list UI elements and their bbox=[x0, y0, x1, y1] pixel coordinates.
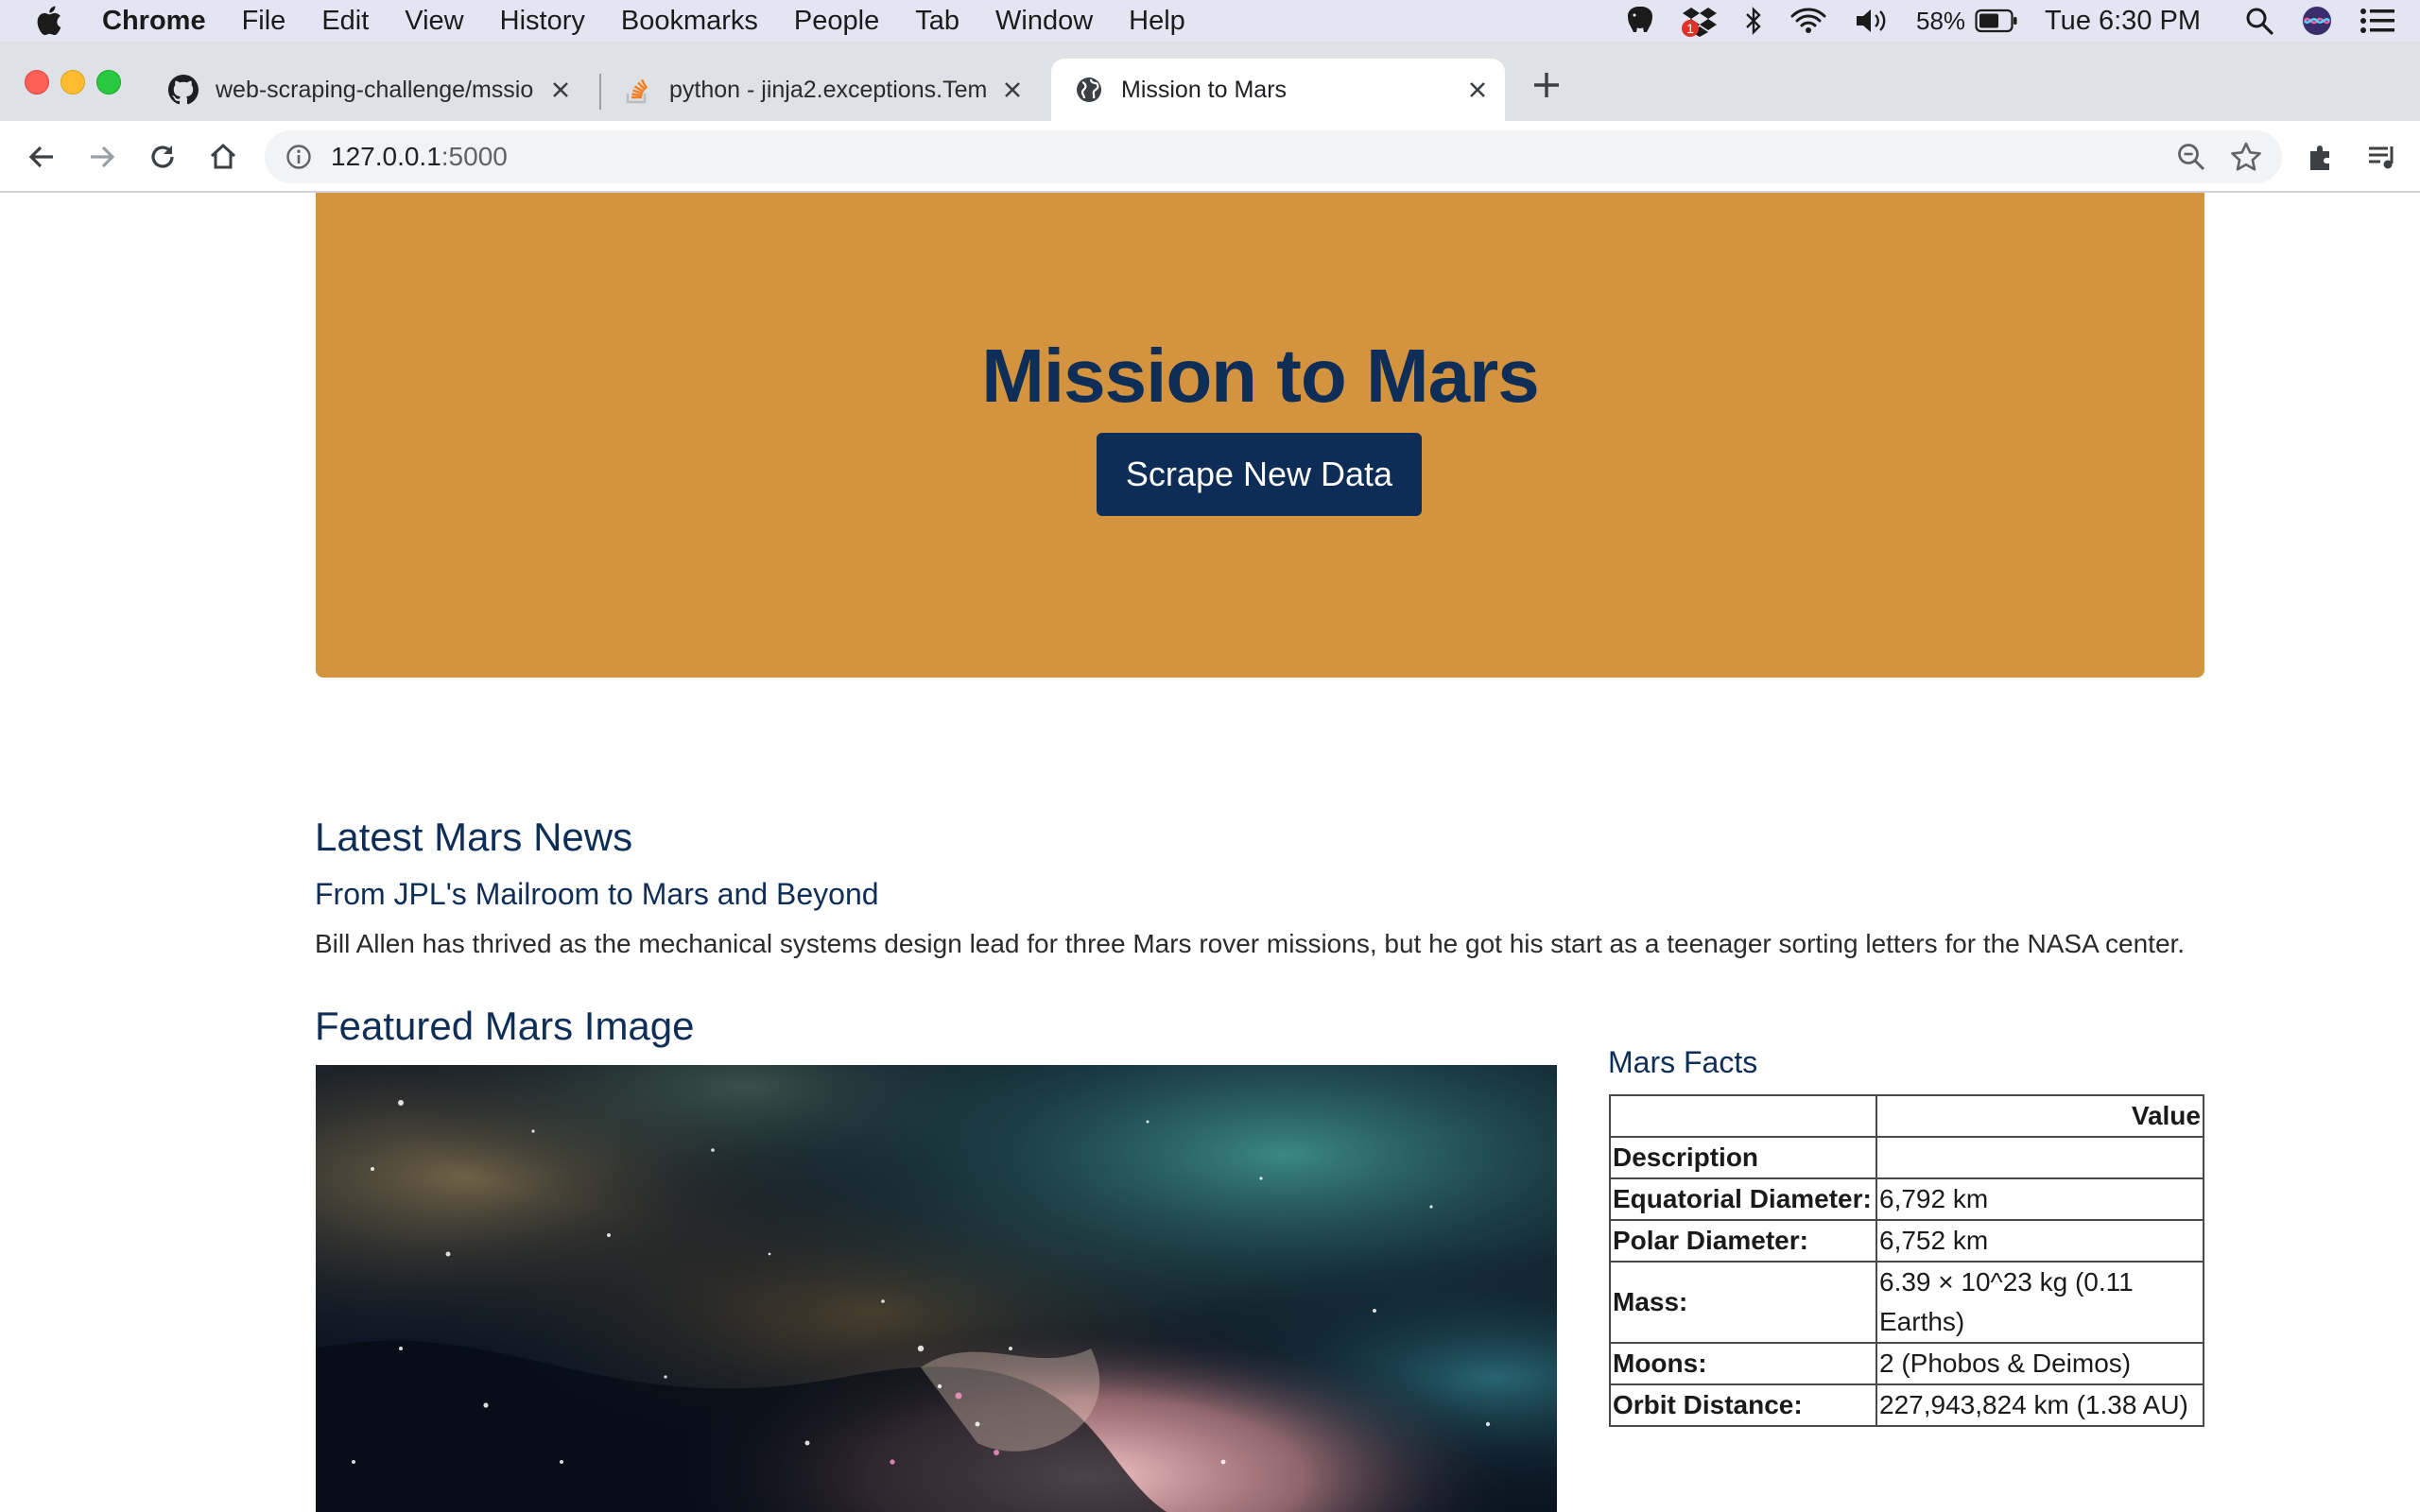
tab-title: web-scraping-challenge/mssio bbox=[216, 76, 534, 103]
featured-image-heading: Featured Mars Image bbox=[315, 1004, 695, 1048]
table-header-row: Description bbox=[1609, 1136, 2204, 1179]
jumbotron-header: Mission to Mars Scrape New Data bbox=[316, 193, 2204, 678]
table-row: Moons: 2 (Phobos & Deimos) bbox=[1609, 1342, 2204, 1385]
tab-close-icon[interactable] bbox=[1463, 76, 1492, 104]
fact-label: Orbit Distance: bbox=[1609, 1383, 1877, 1427]
extensions-puzzle-icon[interactable] bbox=[2303, 138, 2341, 176]
zoom-magnifier-icon[interactable] bbox=[2176, 142, 2206, 172]
siri-icon[interactable] bbox=[2301, 5, 2333, 37]
news-paragraph: Bill Allen has thrived as the mechanical… bbox=[315, 929, 2186, 958]
dropbox-icon[interactable]: 1 bbox=[1682, 5, 1718, 37]
table-header-value: Value bbox=[1876, 1094, 2204, 1138]
dropbox-badge: 1 bbox=[1682, 20, 1699, 37]
featured-mars-image bbox=[316, 1065, 1557, 1512]
menu-bookmarks[interactable]: Bookmarks bbox=[621, 6, 758, 37]
mars-facts-table: Value Description Equatorial Diameter: 6… bbox=[1609, 1094, 2204, 1427]
back-arrow-icon[interactable] bbox=[23, 138, 60, 176]
media-queue-icon[interactable] bbox=[2363, 138, 2401, 176]
wifi-icon[interactable] bbox=[1789, 7, 1827, 35]
mars-facts-heading: Mars Facts bbox=[1608, 1045, 1758, 1079]
menu-tab[interactable]: Tab bbox=[915, 6, 959, 37]
reload-icon[interactable] bbox=[144, 138, 182, 176]
bookmark-star-icon[interactable] bbox=[2229, 140, 2263, 174]
fact-value: 6,752 km bbox=[1876, 1219, 2204, 1263]
fact-value: 2 (Phobos & Deimos) bbox=[1876, 1342, 2204, 1385]
latest-news-heading: Latest Mars News bbox=[315, 815, 633, 859]
tab-mission-to-mars[interactable]: Mission to Mars bbox=[1051, 59, 1505, 121]
table-header-row: Value bbox=[1609, 1094, 2204, 1138]
menu-history[interactable]: History bbox=[500, 6, 585, 37]
site-info-icon[interactable] bbox=[285, 143, 314, 171]
window-minimize-button[interactable] bbox=[60, 70, 85, 94]
menu-help[interactable]: Help bbox=[1129, 6, 1185, 37]
fact-label: Equatorial Diameter: bbox=[1609, 1177, 1877, 1221]
url-text[interactable]: 127.0.0.1:5000 bbox=[331, 142, 508, 172]
fact-value: 6,792 km bbox=[1876, 1177, 2204, 1221]
browser-toolbar: 127.0.0.1:5000 bbox=[0, 121, 2420, 193]
apple-icon[interactable] bbox=[34, 4, 68, 38]
table-row: Orbit Distance: 227,943,824 km (1.38 AU) bbox=[1609, 1383, 2204, 1427]
battery-icon[interactable] bbox=[1975, 9, 2018, 33]
github-icon bbox=[168, 75, 199, 105]
window-zoom-button[interactable] bbox=[96, 70, 121, 94]
table-row: Equatorial Diameter: 6,792 km bbox=[1609, 1177, 2204, 1221]
fact-value: 227,943,824 km (1.38 AU) bbox=[1876, 1383, 2204, 1427]
menu-view[interactable]: View bbox=[405, 6, 463, 37]
tab-github[interactable]: web-scraping-challenge/mssio bbox=[151, 59, 588, 121]
tab-separator bbox=[599, 74, 601, 110]
table-header-description: Description bbox=[1609, 1136, 1877, 1179]
menu-edit[interactable]: Edit bbox=[321, 6, 369, 37]
window-close-button[interactable] bbox=[25, 70, 49, 94]
tab-close-icon[interactable] bbox=[546, 76, 575, 104]
tab-stackoverflow[interactable]: python - jinja2.exceptions.Tem bbox=[605, 59, 1040, 121]
page-title: Mission to Mars bbox=[981, 334, 1540, 418]
tab-title: Mission to Mars bbox=[1121, 76, 1288, 103]
menu-window[interactable]: Window bbox=[995, 6, 1093, 37]
spotlight-search-icon[interactable] bbox=[2244, 6, 2274, 36]
volume-icon[interactable] bbox=[1854, 7, 1890, 35]
battery-percentage: 58% bbox=[1916, 6, 1966, 35]
fact-label: Polar Diameter: bbox=[1609, 1219, 1877, 1263]
macos-menu-bar: Chrome File Edit View History Bookmarks … bbox=[0, 0, 2420, 42]
globe-icon bbox=[1074, 75, 1104, 105]
menu-file[interactable]: File bbox=[242, 6, 286, 37]
table-row: Polar Diameter: 6,752 km bbox=[1609, 1219, 2204, 1263]
address-bar[interactable]: 127.0.0.1:5000 bbox=[265, 130, 2282, 183]
table-row: Mass: 6.39 × 10^23 kg (0.11 Earths) bbox=[1609, 1261, 2204, 1344]
menu-people[interactable]: People bbox=[794, 6, 879, 37]
scrape-new-data-button[interactable]: Scrape New Data bbox=[1097, 433, 1422, 516]
forward-arrow-icon[interactable] bbox=[83, 138, 121, 176]
table-header-empty bbox=[1609, 1094, 1877, 1138]
news-title: From JPL's Mailroom to Mars and Beyond bbox=[315, 877, 879, 911]
table-cell-empty bbox=[1876, 1136, 2204, 1179]
notification-center-icon[interactable] bbox=[2360, 8, 2395, 34]
bluetooth-icon[interactable] bbox=[1744, 6, 1763, 36]
home-icon[interactable] bbox=[204, 138, 242, 176]
menubar-clock[interactable]: Tue 6:30 PM bbox=[2045, 6, 2201, 37]
menu-app-name[interactable]: Chrome bbox=[102, 6, 206, 37]
fact-label: Moons: bbox=[1609, 1342, 1877, 1385]
tab-close-icon[interactable] bbox=[998, 76, 1027, 104]
url-port: :5000 bbox=[441, 142, 508, 171]
tab-title: python - jinja2.exceptions.Tem bbox=[669, 76, 988, 103]
browser-tab-strip: web-scraping-challenge/mssio python - ji… bbox=[0, 42, 2420, 121]
url-host: 127.0.0.1 bbox=[331, 142, 441, 171]
fact-label: Mass: bbox=[1609, 1261, 1877, 1344]
fact-value: 6.39 × 10^23 kg (0.11 Earths) bbox=[1876, 1261, 2204, 1344]
postgres-elephant-icon[interactable] bbox=[1623, 4, 1655, 38]
stackoverflow-icon bbox=[622, 75, 652, 105]
new-tab-plus-icon[interactable] bbox=[1530, 68, 1564, 102]
